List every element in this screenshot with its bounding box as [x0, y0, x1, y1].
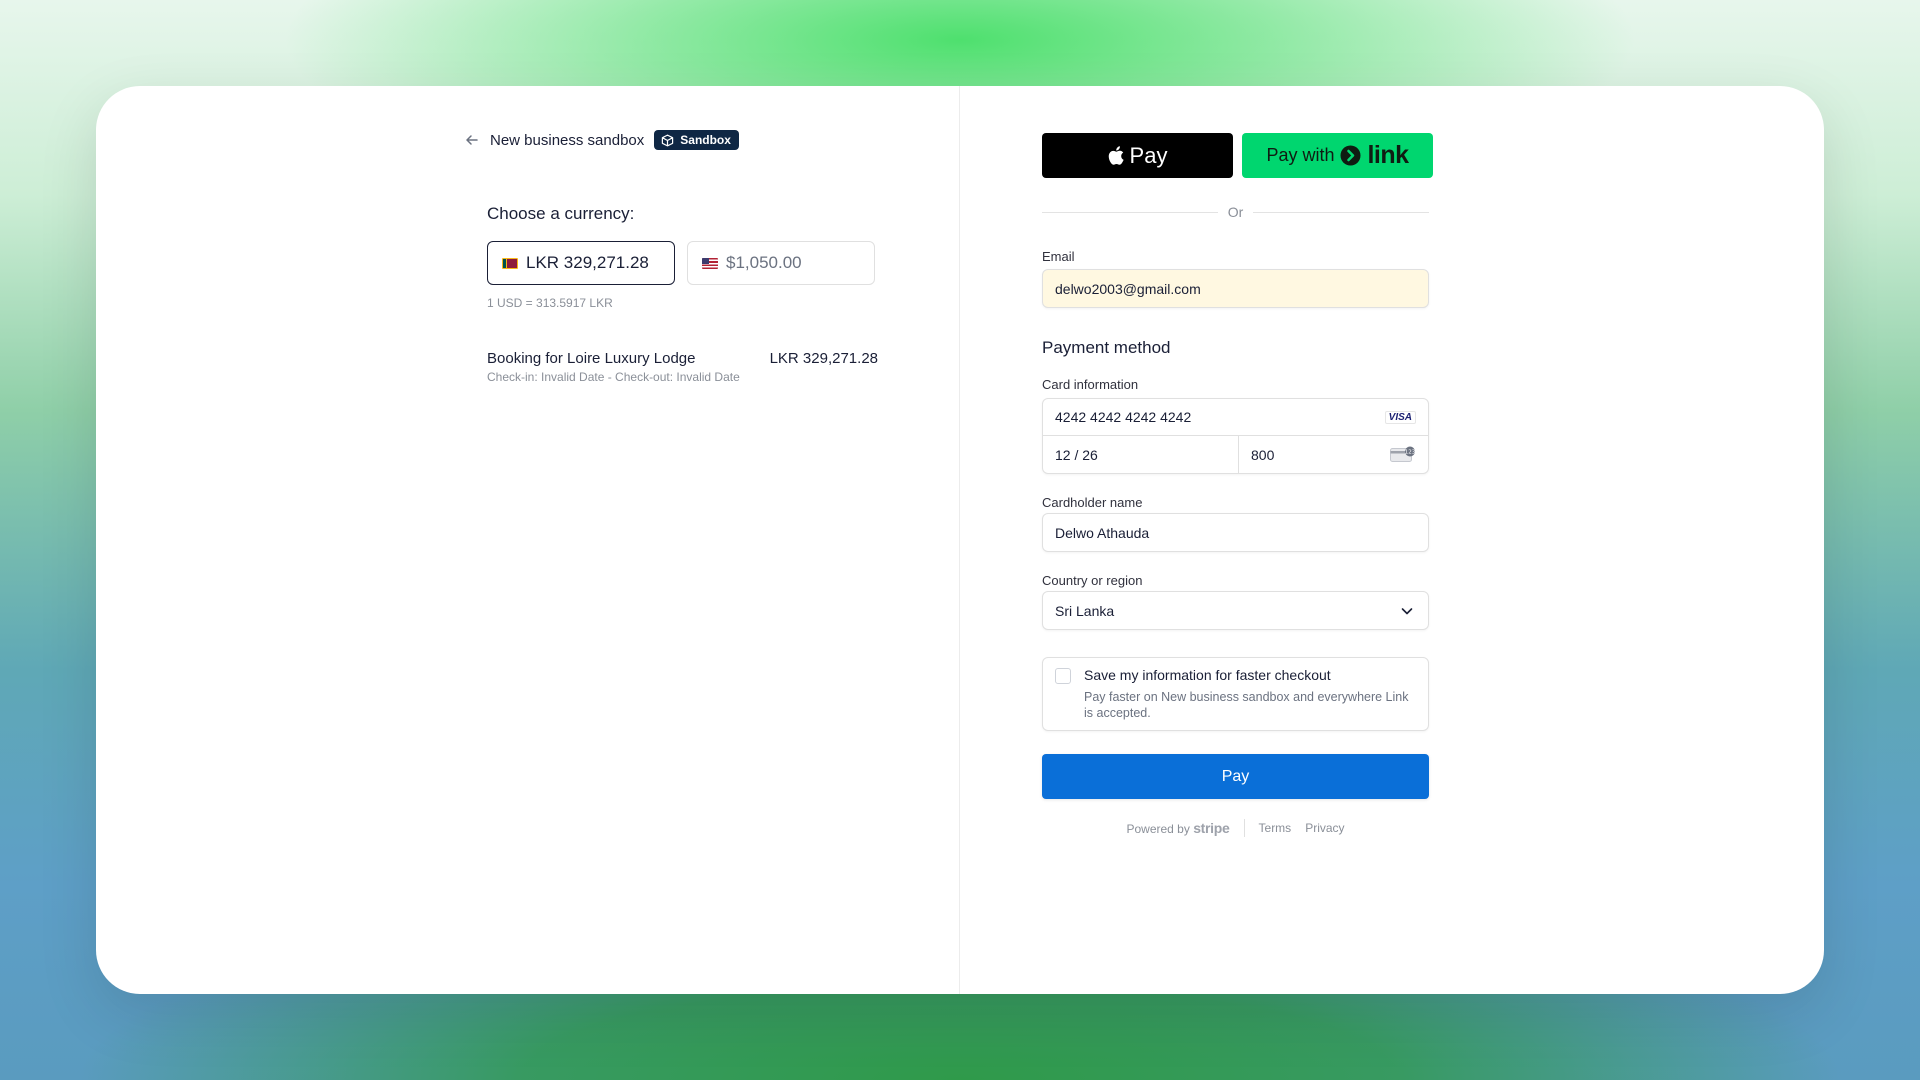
currency-heading: Choose a currency: — [487, 204, 635, 223]
sri-lanka-flag-icon — [502, 257, 518, 269]
apple-logo-icon — [1108, 146, 1124, 165]
currency-option-usd[interactable]: $1,050.00 — [687, 241, 875, 285]
panel-divider — [959, 86, 960, 994]
cvc-card-icon: 123 — [1390, 446, 1416, 462]
line-item-name: Booking for Loire Luxury Lodge — [487, 350, 696, 367]
currency-option-lkr[interactable]: LKR 329,271.28 — [487, 241, 675, 285]
footer: Powered by stripe Terms Privacy — [1042, 819, 1429, 837]
expiry-field[interactable]: 12 / 26 — [1043, 436, 1239, 474]
country-select[interactable]: Sri Lanka — [1042, 591, 1429, 630]
svg-text:123: 123 — [1405, 450, 1416, 456]
link-pay-prefix: Pay with — [1266, 145, 1335, 165]
currency-option-label: LKR 329,271.28 — [526, 253, 649, 272]
apple-pay-label: Pay — [1129, 142, 1168, 168]
checkout-card: New business sandbox Sandbox Choose a cu… — [96, 86, 1824, 994]
pay-button[interactable]: Pay — [1042, 754, 1429, 799]
cvc-field[interactable]: 800 123 — [1239, 436, 1428, 474]
privacy-link[interactable]: Privacy — [1305, 821, 1344, 835]
line-item-price: LKR 329,271.28 — [769, 350, 878, 367]
save-info-description: Pay faster on New business sandbox and e… — [1084, 690, 1409, 720]
card-info-group: 4242 4242 4242 4242 VISA 12 / 26 800 123 — [1042, 398, 1429, 474]
separator-line — [1253, 211, 1429, 213]
separator-line — [1042, 211, 1218, 213]
currency-option-label: $1,050.00 — [726, 253, 802, 272]
line-item-detail: Check-in: Invalid Date - Check-out: Inva… — [487, 370, 740, 384]
email-label: Email — [1042, 249, 1075, 264]
link-wordmark: link — [1367, 141, 1409, 169]
or-text: Or — [1227, 204, 1244, 220]
cvc-value: 800 — [1251, 447, 1275, 463]
email-field[interactable]: delwo2003@gmail.com — [1042, 269, 1429, 308]
cardholder-label: Cardholder name — [1042, 495, 1143, 510]
expiry-value: 12 / 26 — [1055, 447, 1098, 463]
save-info-checkbox[interactable] — [1055, 668, 1071, 684]
or-separator: Or — [1042, 204, 1429, 220]
save-info-title[interactable]: Save my information for faster checkout — [1084, 667, 1331, 683]
country-value: Sri Lanka — [1055, 602, 1115, 619]
visa-icon: VISA — [1384, 411, 1416, 424]
powered-by-text: Powered by — [1126, 822, 1190, 836]
back-link[interactable]: New business sandbox Sandbox — [464, 130, 739, 150]
cube-icon — [662, 134, 674, 146]
country-label: Country or region — [1042, 573, 1143, 588]
back-arrow-icon[interactable] — [464, 132, 480, 148]
chevron-down-icon — [1401, 607, 1413, 614]
merchant-name[interactable]: New business sandbox — [490, 132, 644, 149]
sandbox-badge-label: Sandbox — [680, 133, 731, 147]
us-flag-icon — [702, 257, 718, 269]
exchange-rate: 1 USD = 313.5917 LKR — [487, 296, 613, 310]
stripe-logo: stripe — [1193, 820, 1230, 836]
card-number-value: 4242 4242 4242 4242 — [1055, 409, 1192, 425]
sandbox-badge: Sandbox — [654, 130, 739, 150]
card-number-field[interactable]: 4242 4242 4242 4242 VISA — [1043, 399, 1428, 436]
payment-method-title: Payment method — [1042, 338, 1171, 357]
apple-pay-button[interactable]: Pay — [1042, 133, 1233, 178]
footer-divider — [1243, 819, 1245, 837]
terms-link[interactable]: Terms — [1259, 821, 1292, 835]
link-arrow-icon — [1340, 145, 1361, 166]
powered-by[interactable]: Powered by stripe — [1126, 820, 1229, 836]
save-info-box: Save my information for faster checkout … — [1042, 657, 1429, 731]
card-info-label: Card information — [1042, 377, 1139, 392]
cardholder-name-field[interactable]: Delwo Athauda — [1042, 513, 1429, 552]
link-pay-button[interactable]: Pay with link — [1242, 133, 1433, 178]
